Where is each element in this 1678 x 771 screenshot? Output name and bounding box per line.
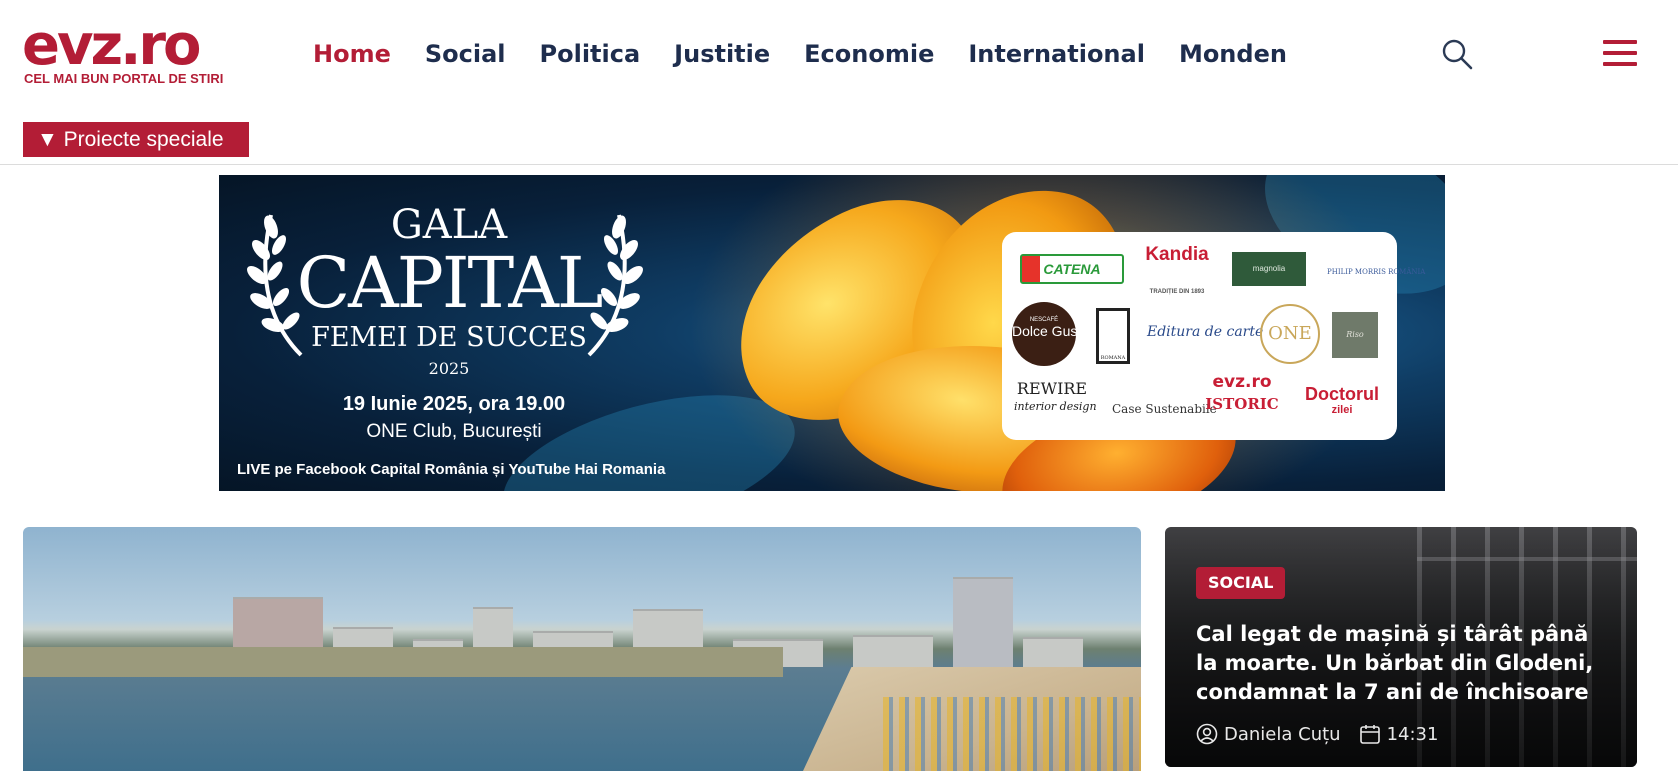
nav-item-economie[interactable]: Economie — [804, 40, 934, 68]
category-badge[interactable]: SOCIAL — [1196, 567, 1286, 599]
logo-text: evz.ro — [22, 13, 201, 78]
sponsor-galeria-logo: ROMANA — [1096, 308, 1130, 364]
sponsor-kandia-logo: Kandia TRADIȚIE DIN 1893 — [1145, 244, 1209, 295]
article-meta: Daniela Cuțu 14:31 — [1196, 721, 1438, 747]
calendar-icon — [1359, 725, 1380, 744]
gala-subtitle: FEMEI DE SUCCES — [311, 322, 587, 353]
article-title[interactable]: Cal legat de mașină și târât până la moa… — [1196, 620, 1616, 707]
search-icon[interactable] — [1441, 38, 1473, 70]
nav-item-home[interactable]: Home — [313, 40, 391, 68]
nav-item-politica[interactable]: Politica — [540, 40, 641, 68]
sponsor-rewire-logo: REWIRE interior design — [1014, 379, 1097, 414]
main-article-image[interactable] — [23, 527, 1141, 771]
main-nav: Home Social Politica Justitie Economie I… — [313, 36, 1321, 72]
gala-live-info: LIVE pe Facebook Capital România și YouT… — [237, 461, 666, 478]
nav-item-justitie[interactable]: Justitie — [674, 40, 770, 68]
side-article-card[interactable]: SOCIAL Cal legat de mașină și târât până… — [1165, 527, 1637, 767]
nav-item-monden[interactable]: Monden — [1179, 40, 1287, 68]
sponsor-riso-logo: Riso — [1332, 312, 1378, 358]
gala-venue: ONE Club, București — [366, 421, 542, 442]
gala-date: 19 Iunie 2025, ora 19.00 — [342, 393, 566, 415]
nav-item-social[interactable]: Social — [425, 40, 506, 68]
sponsor-one-club-logo: ONE — [1260, 304, 1320, 364]
header-divider — [0, 164, 1678, 165]
sponsor-magnolia-logo: magnolia — [1232, 252, 1306, 286]
article-author[interactable]: Daniela Cuțu — [1224, 724, 1341, 745]
article-time: 14:31 — [1386, 723, 1439, 745]
gala-year: 2025 — [428, 359, 470, 378]
sponsor-doctorul-zilei-logo: Doctorul zilei — [1305, 384, 1379, 416]
sponsors-panel: CATENA Kandia TRADIȚIE DIN 1893 magnolia… — [1002, 232, 1426, 440]
user-icon — [1196, 723, 1218, 745]
sponsor-case-sustenabile-logo: Case Sustenabile — [1112, 402, 1217, 416]
nav-item-international[interactable]: International — [968, 40, 1145, 68]
site-logo[interactable]: evz.ro CEL MAI BUN PORTAL DE STIRI — [22, 13, 223, 88]
sponsor-philip-morris-logo: PHILIP MORRIS ROMÂNIA — [1327, 268, 1426, 276]
gala-title: CAPITAL — [296, 242, 604, 324]
sponsor-dolce-gusto-logo: NESCAFÉ Dolce Gusto — [1012, 302, 1089, 366]
hamburger-menu-icon[interactable] — [1603, 38, 1637, 68]
logo-tagline: CEL MAI BUN PORTAL DE STIRI — [24, 71, 224, 86]
sponsor-catena-logo: CATENA — [1020, 254, 1124, 284]
special-projects-button[interactable]: ▼ Proiecte speciale — [23, 122, 249, 157]
gala-capital-banner[interactable]: GALA CAPITAL FEMEI DE SUCCES 2025 19 Iun… — [219, 175, 1445, 491]
gala-label: GALA — [390, 202, 508, 248]
sponsor-editura-logo: Editura de carte — [1147, 324, 1264, 340]
sponsor-evz-istoric-logo: evz.ro ISTORIC — [1205, 372, 1279, 413]
